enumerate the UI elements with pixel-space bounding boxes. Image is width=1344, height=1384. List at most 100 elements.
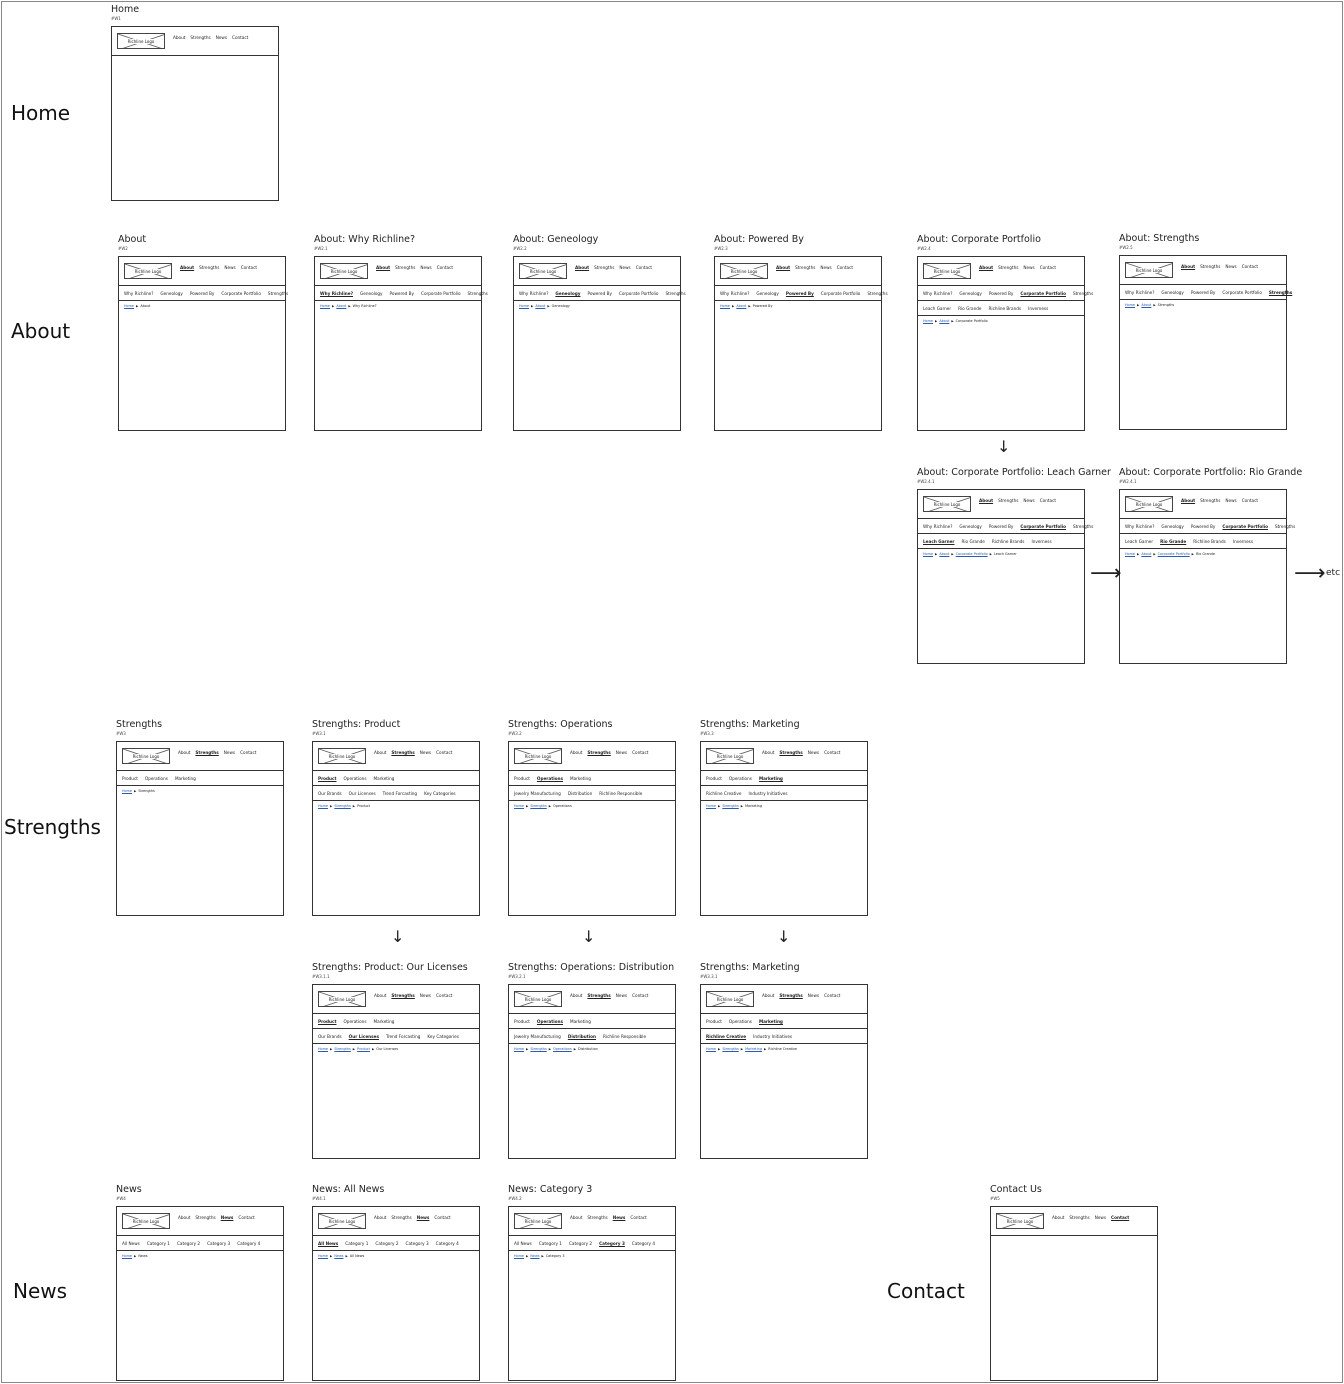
sub-nav-item[interactable]: Powered By bbox=[989, 524, 1014, 529]
sub-nav-item[interactable]: Inverness bbox=[1233, 539, 1253, 544]
sub-nav-item[interactable]: Operations bbox=[537, 1019, 563, 1024]
nav-item-news[interactable]: News bbox=[420, 750, 431, 755]
sub-nav-item[interactable]: Jewelry Manufacturing bbox=[514, 1034, 561, 1039]
nav-item-contact[interactable]: Contact bbox=[837, 265, 853, 270]
breadcrumb-item[interactable]: Home bbox=[514, 1254, 524, 1258]
nav-item-news[interactable]: News bbox=[808, 750, 819, 755]
sub-nav-item[interactable]: Why Richline? bbox=[320, 291, 353, 296]
breadcrumb-item[interactable]: Strengths bbox=[722, 804, 738, 808]
sub-nav-item[interactable]: Rio Grande bbox=[958, 306, 981, 311]
breadcrumb-item[interactable]: Strengths bbox=[530, 804, 546, 808]
sub-nav-item[interactable]: Product bbox=[706, 776, 722, 781]
breadcrumb-item[interactable]: Home bbox=[318, 1047, 328, 1051]
breadcrumb-item[interactable]: Home bbox=[514, 804, 524, 808]
sub-nav-item[interactable]: Marketing bbox=[759, 1019, 783, 1024]
sub-nav-item[interactable]: Richline Creative bbox=[706, 791, 741, 796]
nav-item-news[interactable]: News bbox=[1095, 1215, 1106, 1220]
breadcrumb-item[interactable]: About bbox=[939, 319, 949, 323]
breadcrumb-item[interactable]: Home bbox=[318, 1254, 328, 1258]
sub-nav-item[interactable]: Our Licenses bbox=[349, 791, 376, 796]
sub-nav-item[interactable]: Richline Creative bbox=[706, 1034, 746, 1039]
nav-item-about[interactable]: About bbox=[762, 750, 774, 755]
sub-nav-item[interactable]: Strengths bbox=[1275, 524, 1295, 529]
nav-item-about[interactable]: About bbox=[570, 1215, 582, 1220]
sub-nav-item[interactable]: Product bbox=[706, 1019, 722, 1024]
nav-item-news[interactable]: News bbox=[420, 265, 431, 270]
sub-nav-item[interactable]: Strengths bbox=[1073, 291, 1093, 296]
nav-item-strengths[interactable]: Strengths bbox=[594, 265, 614, 270]
nav-item-contact[interactable]: Contact bbox=[436, 993, 452, 998]
nav-item-contact[interactable]: Contact bbox=[241, 265, 257, 270]
sub-nav-item[interactable]: Marketing bbox=[374, 1019, 395, 1024]
wireframe-page[interactable]: Strengths: Operations #W3.2 Richline Logo A… bbox=[508, 719, 676, 916]
nav-item-strengths[interactable]: Strengths bbox=[587, 993, 610, 998]
breadcrumb-item[interactable]: Operations bbox=[553, 1047, 572, 1051]
nav-item-strengths[interactable]: Strengths bbox=[391, 993, 414, 998]
sub-nav-item[interactable]: Product bbox=[122, 776, 138, 781]
nav-item-contact[interactable]: Contact bbox=[824, 750, 840, 755]
sub-nav-item[interactable]: Powered By bbox=[190, 291, 215, 296]
breadcrumb-item[interactable]: Corporate Portfolio bbox=[1158, 552, 1190, 556]
breadcrumb-item[interactable]: About bbox=[736, 304, 746, 308]
sub-nav-item[interactable]: Strengths bbox=[1269, 290, 1292, 295]
nav-item-about[interactable]: About bbox=[570, 750, 582, 755]
sub-nav-item[interactable]: Product bbox=[514, 776, 530, 781]
nav-item-about[interactable]: About bbox=[173, 35, 185, 40]
breadcrumb-item[interactable]: Home bbox=[124, 304, 134, 308]
breadcrumb-item[interactable]: Home bbox=[519, 304, 529, 308]
breadcrumb-item[interactable]: About bbox=[1141, 552, 1151, 556]
breadcrumb-item[interactable]: News bbox=[334, 1254, 343, 1258]
sub-nav-item[interactable]: Strengths bbox=[665, 291, 685, 296]
nav-item-about[interactable]: About bbox=[575, 265, 589, 270]
nav-item-news[interactable]: News bbox=[616, 750, 627, 755]
sub-nav-item[interactable]: Product bbox=[514, 1019, 530, 1024]
breadcrumb-item[interactable]: Corporate Portfolio bbox=[956, 552, 988, 556]
nav-item-news[interactable]: News bbox=[221, 1215, 234, 1220]
nav-item-contact[interactable]: Contact bbox=[630, 1215, 646, 1220]
wireframe-page[interactable]: About: Powered By #W2.3 Richline Logo About… bbox=[714, 234, 888, 431]
sub-nav-item[interactable]: Category 3 bbox=[207, 1241, 230, 1246]
nav-item-contact[interactable]: Contact bbox=[1111, 1215, 1129, 1220]
sub-nav-item[interactable]: Geneology bbox=[1161, 290, 1183, 295]
sub-nav-item[interactable]: Operations bbox=[729, 1019, 752, 1024]
nav-item-about[interactable]: About bbox=[762, 993, 774, 998]
nav-item-news[interactable]: News bbox=[1225, 264, 1236, 269]
nav-item-about[interactable]: About bbox=[178, 750, 190, 755]
sub-nav-item[interactable]: Marketing bbox=[175, 776, 196, 781]
sub-nav-item[interactable]: Leach Garner bbox=[923, 539, 954, 544]
nav-item-strengths[interactable]: Strengths bbox=[998, 265, 1018, 270]
breadcrumb-item[interactable]: News bbox=[530, 1254, 539, 1258]
breadcrumb-item[interactable]: Home bbox=[122, 789, 132, 793]
wireframe-page[interactable]: Strengths: Marketing #W3.3 Richline Logo Ab… bbox=[700, 719, 868, 916]
nav-item-about[interactable]: About bbox=[376, 265, 390, 270]
nav-item-news[interactable]: News bbox=[1023, 498, 1034, 503]
nav-item-strengths[interactable]: Strengths bbox=[391, 1215, 411, 1220]
nav-item-strengths[interactable]: Strengths bbox=[998, 498, 1018, 503]
nav-item-news[interactable]: News bbox=[224, 750, 235, 755]
sub-nav-item[interactable]: Product bbox=[318, 776, 336, 781]
breadcrumb-item[interactable]: Home bbox=[706, 1047, 716, 1051]
breadcrumb-item[interactable]: Strengths bbox=[530, 1047, 546, 1051]
breadcrumb-item[interactable]: Home bbox=[122, 1254, 132, 1258]
sub-nav-item[interactable]: Powered By bbox=[1191, 290, 1216, 295]
sub-nav-item[interactable]: Category 1 bbox=[345, 1241, 368, 1246]
sub-nav-item[interactable]: Corporate Portfolio bbox=[421, 291, 461, 296]
breadcrumb-item[interactable]: Home bbox=[923, 319, 933, 323]
nav-item-contact[interactable]: Contact bbox=[1242, 498, 1258, 503]
sub-nav-item[interactable]: Our Licenses bbox=[349, 1034, 379, 1039]
sub-nav-item[interactable]: Geneology bbox=[160, 291, 182, 296]
nav-item-about[interactable]: About bbox=[979, 498, 993, 503]
sub-nav-item[interactable]: Geneology bbox=[756, 291, 778, 296]
nav-item-contact[interactable]: Contact bbox=[632, 750, 648, 755]
nav-item-strengths[interactable]: Strengths bbox=[190, 35, 210, 40]
nav-item-strengths[interactable]: Strengths bbox=[195, 1215, 215, 1220]
sub-nav-item[interactable]: Marketing bbox=[570, 1019, 591, 1024]
sub-nav-item[interactable]: Operations bbox=[537, 776, 563, 781]
sub-nav-item[interactable]: Why Richline? bbox=[923, 291, 952, 296]
nav-item-strengths[interactable]: Strengths bbox=[1200, 264, 1220, 269]
nav-item-contact[interactable]: Contact bbox=[1242, 264, 1258, 269]
nav-item-about[interactable]: About bbox=[178, 1215, 190, 1220]
nav-item-about[interactable]: About bbox=[570, 993, 582, 998]
wireframe-page[interactable]: Strengths: Operations: Distribution #W3.2… bbox=[508, 962, 676, 1159]
wireframe-page[interactable]: Strengths: Marketing #W3.3.1 Richline Logo… bbox=[700, 962, 868, 1159]
